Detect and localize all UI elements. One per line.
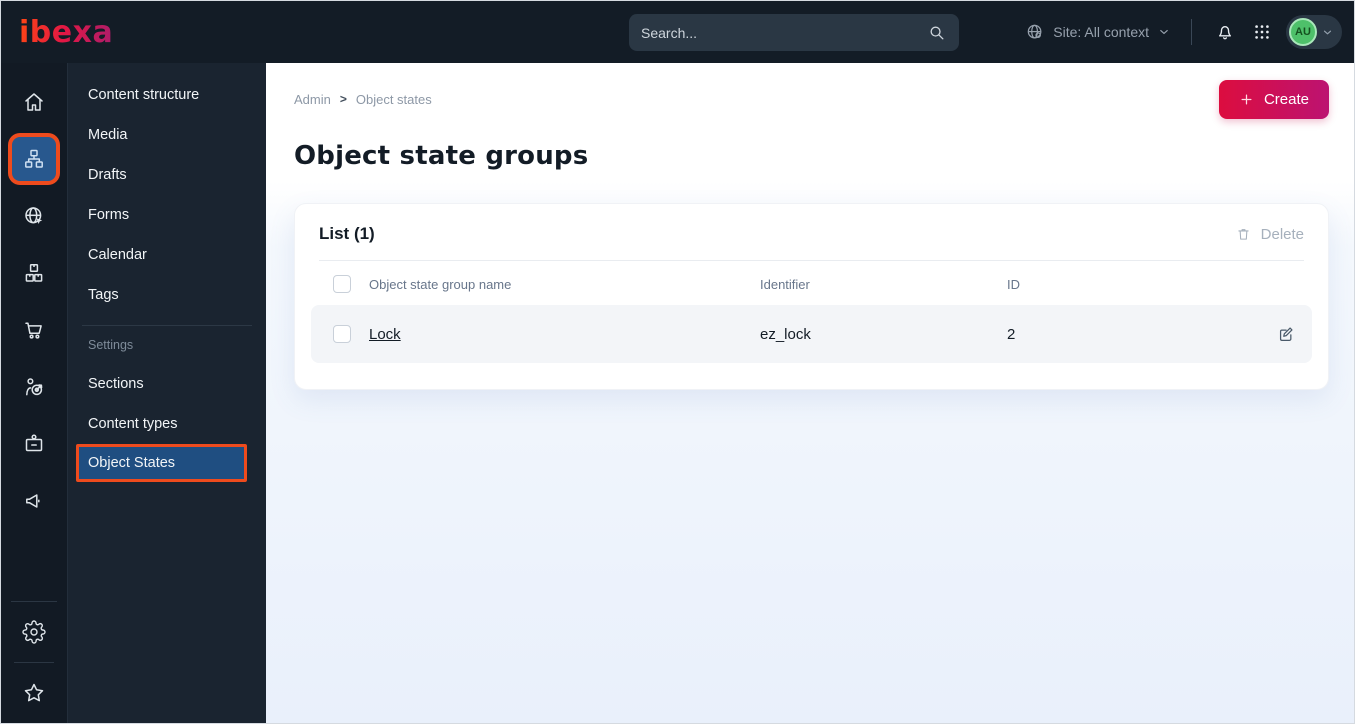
globe-icon <box>1025 22 1045 42</box>
breadcrumb-separator: > <box>339 92 347 106</box>
sidebar-item-content-structure[interactable]: Content structure <box>68 75 266 115</box>
icon-sidebar-bottom <box>1 597 67 719</box>
nav-admin-settings[interactable] <box>1 606 67 658</box>
breadcrumb-object-states[interactable]: Object states <box>356 92 432 107</box>
person-target-icon <box>22 375 46 399</box>
bell-icon <box>1214 21 1236 43</box>
nav-site[interactable] <box>1 187 67 244</box>
breadcrumb: Admin > Object states <box>294 92 432 107</box>
search-icon[interactable] <box>927 23 947 43</box>
home-icon <box>22 90 46 114</box>
topbar-divider <box>1191 19 1192 45</box>
cart-icon <box>22 318 46 342</box>
sidebar-item-object-states[interactable]: Object States <box>76 444 247 482</box>
create-button-label: Create <box>1263 90 1309 108</box>
nav-campaigns[interactable] <box>1 472 67 529</box>
notifications-button[interactable] <box>1212 19 1238 45</box>
boxes-icon <box>22 261 46 285</box>
nav-personalization[interactable] <box>1 358 67 415</box>
row-id: 2 <box>1007 325 1016 343</box>
sidebar-section-label: Settings <box>88 338 134 352</box>
avatar: AU <box>1289 18 1317 46</box>
content-tree-icon <box>22 147 46 171</box>
trash-icon <box>1235 226 1252 243</box>
user-menu[interactable]: AU <box>1286 15 1342 49</box>
sidebar-item-media[interactable]: Media <box>68 115 266 155</box>
id-badge-icon <box>22 432 46 456</box>
column-header-id: ID <box>1007 276 1020 292</box>
top-bar: ibexa Site: All context <box>1 1 1354 63</box>
site-context-label: Site: All context <box>1053 24 1149 40</box>
site-context-selector[interactable]: Site: All context <box>1025 22 1171 42</box>
active-nav-highlight <box>12 136 56 181</box>
breadcrumb-admin[interactable]: Admin <box>294 92 331 107</box>
sidebar-item-forms[interactable]: Forms <box>68 195 266 235</box>
nav-bookmarks[interactable] <box>1 667 67 719</box>
sidebar-divider <box>14 662 54 663</box>
nav-product-catalog[interactable] <box>1 244 67 301</box>
ibexa-logo: ibexa <box>19 14 114 50</box>
table-row: Lock ez_lock 2 <box>311 305 1312 363</box>
star-icon <box>22 681 46 705</box>
table-header: Object state group name Identifier ID <box>311 261 1312 305</box>
search-input[interactable] <box>641 24 927 41</box>
topbar-right-controls: Site: All context AU <box>1025 15 1342 49</box>
sidebar-item-tags[interactable]: Tags <box>68 275 266 315</box>
nav-customers[interactable] <box>1 415 67 472</box>
sidebar-divider <box>11 601 57 602</box>
main-content: Admin > Object states Create Object stat… <box>266 63 1354 723</box>
edit-button[interactable] <box>1276 324 1296 344</box>
list-card: List (1) Delete Object state group name … <box>294 203 1329 390</box>
delete-button[interactable]: Delete <box>1235 226 1304 243</box>
app-window: ibexa Site: All context <box>0 0 1355 724</box>
row-identifier: ez_lock <box>760 325 811 343</box>
nav-commerce[interactable] <box>1 301 67 358</box>
column-header-identifier: Identifier <box>760 276 810 292</box>
sidebar-item-content-types[interactable]: Content types <box>68 404 266 444</box>
chevron-down-icon <box>1321 26 1334 39</box>
global-search[interactable] <box>629 14 959 51</box>
app-grid-button[interactable] <box>1250 20 1274 44</box>
chevron-down-icon <box>1157 25 1171 39</box>
globe-cursor-icon <box>22 204 46 228</box>
gear-icon <box>22 620 46 644</box>
select-all-checkbox[interactable] <box>333 275 351 293</box>
sidebar-item-sections[interactable]: Sections <box>68 364 266 404</box>
delete-button-label: Delete <box>1260 225 1304 243</box>
secondary-sidebar: Content structure Media Drafts Forms Cal… <box>68 63 266 723</box>
create-button[interactable]: Create <box>1218 79 1329 119</box>
sidebar-section-divider <box>82 325 252 326</box>
row-name-link[interactable]: Lock <box>369 326 760 343</box>
megaphone-icon <box>22 489 46 513</box>
row-checkbox[interactable] <box>333 325 351 343</box>
icon-sidebar <box>1 63 68 723</box>
column-header-name: Object state group name <box>369 276 512 292</box>
edit-icon <box>1276 324 1296 344</box>
list-title: List (1) <box>319 224 375 243</box>
plus-icon <box>1239 92 1254 107</box>
sidebar-item-calendar[interactable]: Calendar <box>68 235 266 275</box>
sidebar-item-drafts[interactable]: Drafts <box>68 155 266 195</box>
nav-content-structure[interactable] <box>1 130 67 187</box>
grid-dots-icon <box>1252 22 1272 42</box>
nav-dashboard[interactable] <box>1 73 67 130</box>
page-title: Object state groups <box>294 141 589 171</box>
